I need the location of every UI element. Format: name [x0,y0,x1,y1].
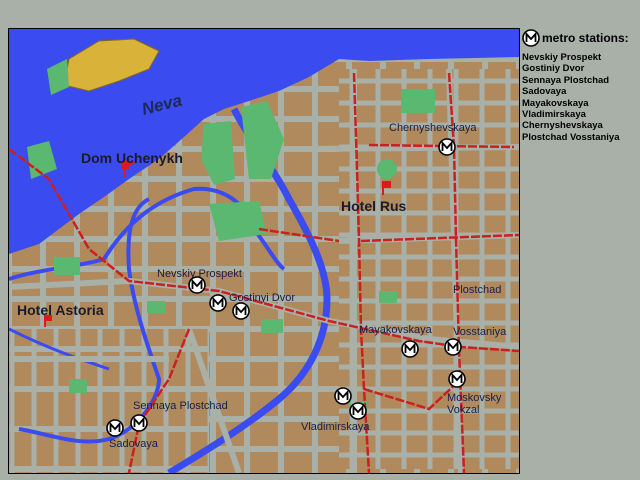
legend-station: Gostiniy Dvor [522,63,585,75]
hotel-dom-uchenykh-label: Dom Uchenykh [81,150,183,166]
station-label-mayakovskaya: Mayakovskaya [359,324,433,336]
metro-station-gostiniy[interactable] [209,294,227,312]
metro-station-chernyshevskaya[interactable] [438,138,456,156]
station-label-vosstaniya-2: Vosstaniya [453,326,507,338]
small-park-3 [69,379,87,393]
metro-station-sadovaya[interactable] [106,419,124,437]
city-map[interactable]: Neva Dom Uchenykh Hotel Rus Hotel Astori… [8,28,520,474]
legend-station: Plostchad Vosstaniya [522,131,620,143]
isaac-park [54,257,80,275]
metro-station-sennaya[interactable] [130,414,148,432]
legend-station: Chernyshevskaya [522,120,603,132]
metro-station-mayakovskaya[interactable] [401,340,419,358]
legend-station: Mayakovskaya [522,97,589,109]
station-label-moskovsky-1: Moskovsky [447,392,502,404]
hotel-rus-label: Hotel Rus [341,198,407,214]
legend-station-list: Nevskiy Prospekt Gostiniy Dvor Sennaya P… [522,52,640,143]
hotel-rus-park [377,159,397,179]
metro-m-icon [522,29,540,47]
small-park-1 [147,301,165,313]
metro-station-nevskiy[interactable] [188,276,206,294]
station-label-sennaya: Sennaya Plostchad [133,400,228,412]
tauride-garden-park [401,89,435,113]
metro-station-gostiniy-2[interactable] [232,302,250,320]
legend-header: metro stations: [522,28,640,48]
metro-station-vladimirskaya-2[interactable] [349,402,367,420]
station-label-gostiniy: Gostinyi Dvor [229,292,295,304]
metro-station-vosstaniya[interactable] [444,338,462,356]
station-label-moskovsky-2: Vokzal [447,404,479,416]
station-label-chernyshevskaya: Chernyshevskaya [389,122,477,134]
station-label-sadovaya: Sadovaya [109,438,159,450]
legend-title: metro stations: [542,31,629,45]
legend-station: Sadovaya [522,86,567,98]
metro-station-vladimirskaya[interactable] [334,387,352,405]
legend-station: Sennaya Plostchad [522,74,610,86]
metro-station-moskovsky[interactable] [448,370,466,388]
metro-legend: metro stations: Nevskiy Prospekt Gostini… [522,28,640,143]
legend-station: Nevskiy Prospekt [522,52,602,63]
station-label-vosstaniya-1: Plostchad [453,284,501,296]
mikhailovsky-garden-park [209,201,267,241]
small-park-4 [379,291,397,303]
station-label-vladimirskaya: Vladimirskaya [301,421,370,433]
small-park-2 [261,319,283,333]
legend-station: Vladimirskaya [522,109,586,121]
hotel-astoria-label: Hotel Astoria [17,302,104,318]
